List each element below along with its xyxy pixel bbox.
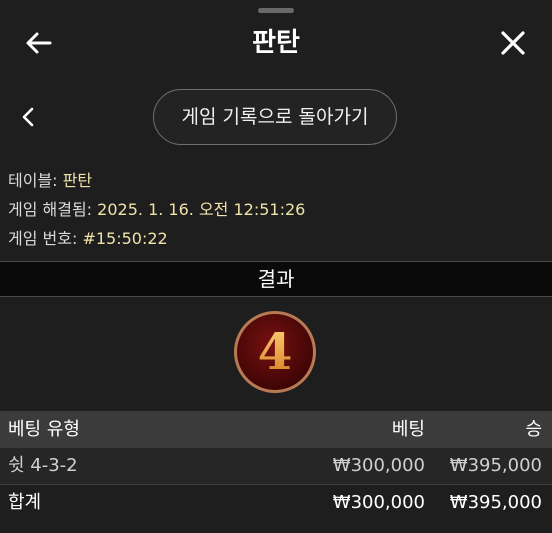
bet-amount-cell: ₩300,000: [332, 455, 425, 476]
total-bet-amount: ₩300,000: [332, 492, 425, 513]
game-number-label: 게임 번호:: [8, 229, 78, 248]
total-label: 합계: [8, 492, 42, 513]
table-label: 테이블:: [8, 171, 58, 190]
bet-type-cell: 쉿 4-3-2: [8, 455, 78, 476]
total-row: 합계 ₩300,000 ₩395,000: [0, 485, 552, 519]
game-number-value: #15:50:22: [82, 229, 168, 248]
result-number: 4: [258, 322, 293, 381]
game-info: 테이블: 판탄 게임 해결됨: 2025. 1. 16. 오전 12:51:26…: [8, 166, 305, 253]
total-win-amount: ₩395,000: [449, 492, 542, 513]
result-ball: 4: [232, 309, 318, 395]
result-section-header: 결과: [0, 261, 552, 297]
top-bar: 판탄: [0, 14, 552, 72]
table-row: 쉿 4-3-2 ₩300,000 ₩395,000: [0, 448, 552, 485]
game-number-info-line: 게임 번호: #15:50:22: [8, 224, 305, 253]
table-header-row: 베팅 유형 베팅 승: [0, 411, 552, 448]
back-to-history-button[interactable]: 게임 기록으로 돌아가기: [153, 89, 397, 145]
resolved-value: 2025. 1. 16. 오전 12:51:26: [97, 200, 306, 219]
chevron-left-icon[interactable]: [16, 104, 42, 130]
table-value: 판탄: [62, 171, 93, 190]
bets-table: 베팅 유형 베팅 승 쉿 4-3-2 ₩300,000 ₩395,000 합계 …: [0, 411, 552, 519]
table-info-line: 테이블: 판탄: [8, 166, 305, 195]
column-header-win: 승: [525, 419, 542, 440]
resolved-info-line: 게임 해결됨: 2025. 1. 16. 오전 12:51:26: [8, 195, 305, 224]
sheet-grabber[interactable]: [258, 8, 294, 13]
column-header-bet: 베팅: [391, 419, 425, 440]
page-title: 판탄: [252, 28, 300, 58]
win-amount-cell: ₩395,000: [449, 455, 542, 476]
history-nav-row: 게임 기록으로 돌아가기: [0, 88, 552, 148]
resolved-label: 게임 해결됨:: [8, 200, 93, 219]
close-icon[interactable]: [496, 26, 530, 60]
column-header-bet-type: 베팅 유형: [8, 419, 80, 440]
